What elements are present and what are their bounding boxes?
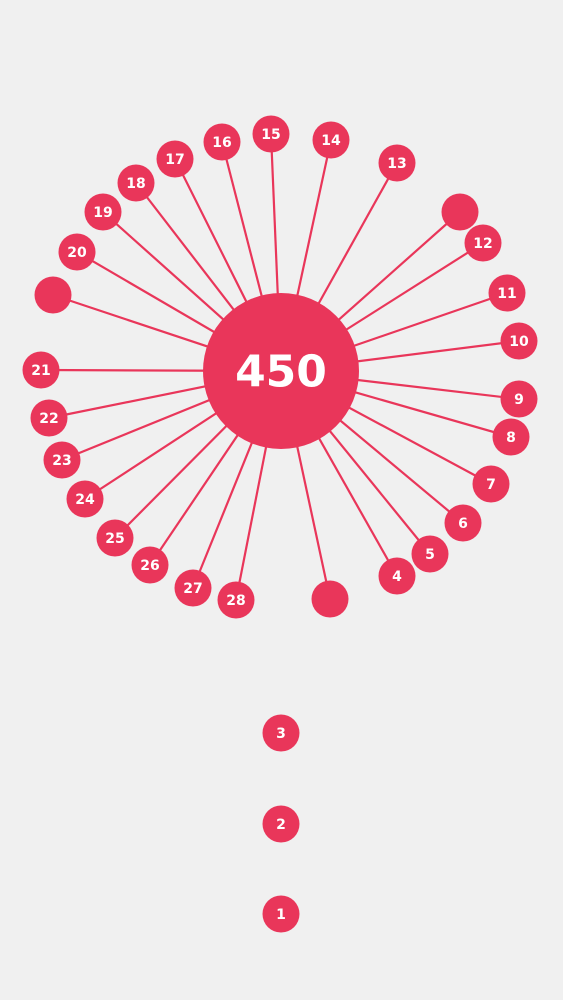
queued-pin: 1 [262,895,300,933]
attached-pin: 22 [30,399,68,437]
attached-pin: 11 [488,274,526,312]
pin-ball [34,276,72,314]
attached-pin: 25 [96,519,134,557]
pin-number: 13 [387,156,406,172]
attached-pin: 19 [84,193,122,231]
pin-ball [441,193,479,231]
attached-pin: 13 [378,144,416,182]
pin-queue: 3 2 1 [262,714,300,933]
pin-number: 24 [75,492,95,508]
attached-pin: 16 [203,123,241,161]
attached-pin: 8 [492,418,530,456]
pin-number: 9 [514,392,524,408]
pin-number: 19 [93,205,112,221]
pin-number: 7 [486,477,496,493]
pin-number: 11 [497,286,516,302]
attached-pin: 14 [312,121,350,159]
attached-pin: 21 [22,351,60,389]
attached-pin: 17 [156,140,194,178]
pin-number: 10 [509,334,529,350]
attached-pin: 27 [174,569,212,607]
game-board[interactable]: 4567891011121314151617181920212223242526… [0,0,563,1000]
attached-pin: 15 [252,115,290,153]
attached-pin: 9 [500,380,538,418]
attached-pin: 18 [117,164,155,202]
attached-pin: 10 [500,322,538,360]
attached-pin: 7 [472,465,510,503]
attached-pin [311,580,349,618]
attached-pin: 12 [464,224,502,262]
level-number: 450 [235,347,327,398]
pin-number: 5 [425,547,435,563]
pin-number: 6 [458,516,468,532]
pin-number: 25 [105,531,124,547]
queued-pin-number: 1 [276,907,286,923]
attached-pin: 6 [444,504,482,542]
pin-ball [311,580,349,618]
queued-pin-number: 2 [276,817,286,833]
pin-number: 20 [67,245,87,261]
pin-number: 4 [392,569,402,585]
attached-pin: 28 [217,581,255,619]
pin-number: 14 [321,133,341,149]
queued-pin: 2 [262,805,300,843]
attached-pin: 4 [378,557,416,595]
pin-number: 21 [31,363,50,379]
queued-pin: 3 [262,714,300,752]
pin-number: 28 [226,593,245,609]
attached-pin: 5 [411,535,449,573]
pin-number: 22 [39,411,58,427]
attached-pin: 23 [43,441,81,479]
pin-number: 18 [126,176,145,192]
pin-number: 8 [506,430,516,446]
pin-number: 27 [183,581,202,597]
pin-number: 15 [261,127,280,143]
attached-pin [34,276,72,314]
attached-pin: 26 [131,546,169,584]
attached-pin: 24 [66,480,104,518]
pin-number: 16 [212,135,231,151]
pin-number: 12 [473,236,492,252]
pin-number: 17 [165,152,184,168]
game-stage[interactable]: 4 5 6 7 8 9 10 11 12 13 14 15 16 17 18 19 20 21 22 23 24 25 26… [0,0,563,1000]
attached-pin [441,193,479,231]
attached-pin: 20 [58,233,96,271]
rotating-core: 450 [203,293,359,449]
queued-pin-number: 3 [276,726,286,742]
pin-number: 26 [140,558,159,574]
pin-number: 23 [52,453,71,469]
